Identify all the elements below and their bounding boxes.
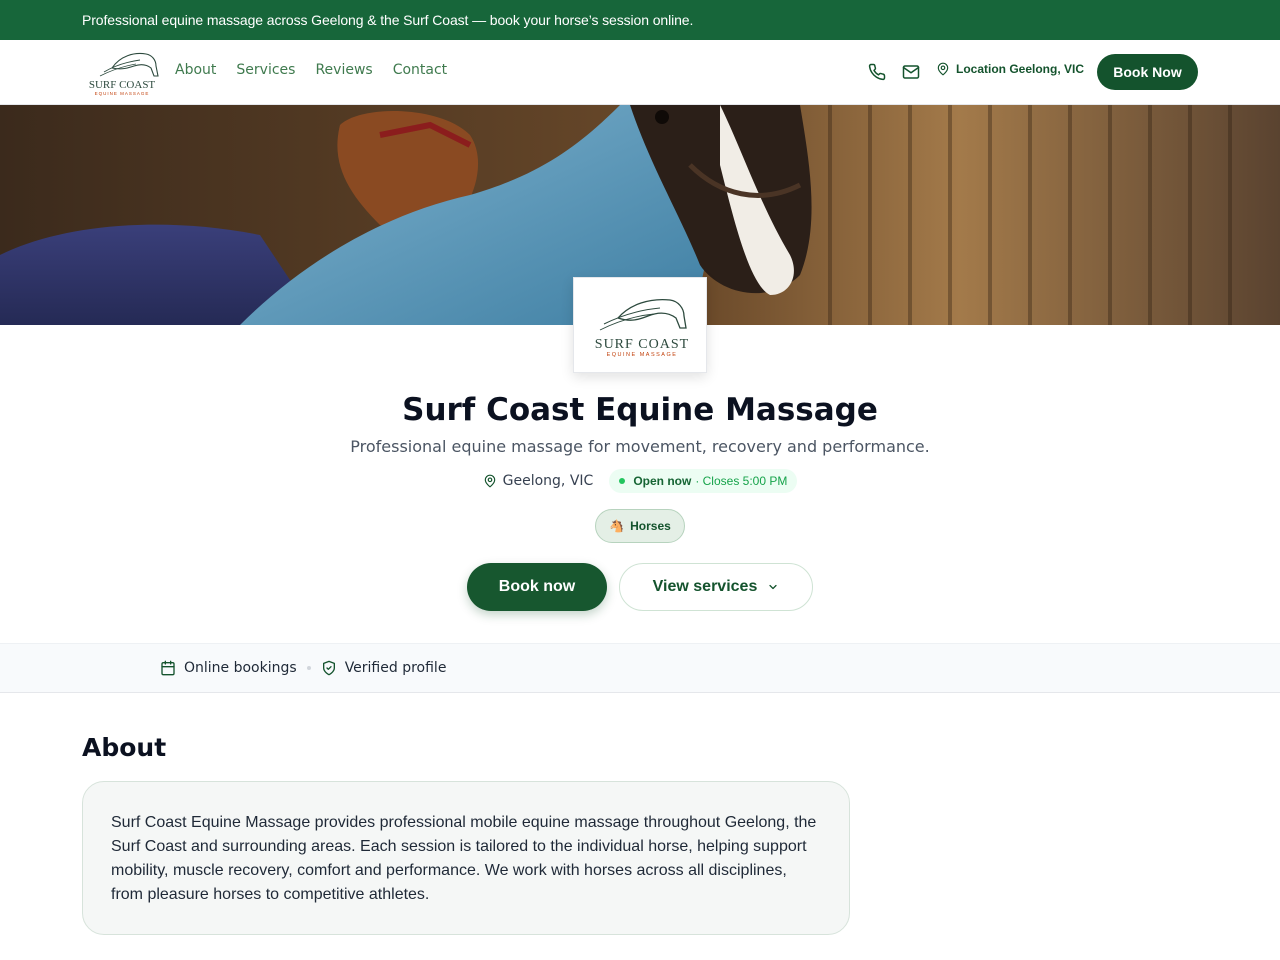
tag-horses[interactable]: 🐴 Horses xyxy=(595,509,685,543)
trust-items: Online bookings Verified profile xyxy=(160,660,446,676)
separator-dot xyxy=(306,666,311,670)
calendar-icon xyxy=(161,660,175,676)
trust-item-verified: Verified profile xyxy=(321,660,447,676)
trust-item-label: Verified profile xyxy=(344,660,447,676)
business-tagline: Professional equine massage for movement… xyxy=(350,437,930,456)
business-name: Surf Coast Equine Massage xyxy=(402,392,878,428)
business-location: Geelong, VIC xyxy=(483,473,594,489)
nav-location-label: Location Geelong, VIC xyxy=(956,62,1085,76)
nav-book-button[interactable]: Book Now xyxy=(1097,54,1198,90)
about-card: Surf Coast Equine Massage provides profe… xyxy=(82,781,850,935)
mail-icon[interactable] xyxy=(901,62,921,82)
business-location-text: Geelong, VIC xyxy=(502,473,594,489)
horse-logo-icon: SURF COAST EQUINE MASSAGE xyxy=(89,52,159,96)
nav-link-contact[interactable]: Contact xyxy=(393,62,447,78)
announcement-bar: Professional equine massage across Geelo… xyxy=(0,0,1280,40)
nav-link-about[interactable]: About xyxy=(175,62,216,78)
main-nav: SURF COAST EQUINE MASSAGE About Services… xyxy=(0,40,1280,105)
about-text: Surf Coast Equine Massage provides profe… xyxy=(111,814,817,903)
closing-time-text: · Closes 5:00 PM xyxy=(695,474,788,488)
about-heading: About xyxy=(82,733,167,762)
nav-link-reviews[interactable]: Reviews xyxy=(315,62,372,78)
profile-logo: SURF COAST EQUINE MASSAGE xyxy=(573,277,707,373)
status-dot-icon xyxy=(619,478,626,484)
nav-location[interactable]: Location Geelong, VIC xyxy=(936,62,1084,76)
nav-logo[interactable]: SURF COAST EQUINE MASSAGE xyxy=(82,46,162,98)
trust-bar: Online bookings Verified profile xyxy=(0,643,1280,693)
view-services-button[interactable]: View services xyxy=(619,563,813,611)
tag-label: Horses xyxy=(630,519,671,533)
shield-check-icon xyxy=(322,660,335,676)
view-services-label: View services xyxy=(652,578,758,595)
phone-icon[interactable] xyxy=(867,62,887,82)
map-pin-icon xyxy=(484,474,495,488)
logo-text-line2: EQUINE MASSAGE xyxy=(607,352,678,358)
nav-link-services[interactable]: Services xyxy=(236,62,295,78)
announcement-text: Professional equine massage across Geelo… xyxy=(82,12,694,28)
meta-row: Geelong, VIC Open now · Closes 5:00 PM xyxy=(0,469,1280,493)
chevron-down-icon xyxy=(769,584,777,590)
map-pin-icon xyxy=(937,62,949,76)
nav-links: About Services Reviews Contact xyxy=(175,62,447,78)
logo-text-line2: EQUINE MASSAGE xyxy=(95,91,150,96)
trust-item-label: Online bookings xyxy=(184,660,297,676)
logo-text-line1: SURF COAST xyxy=(89,79,156,91)
logo-text-line1: SURF COAST xyxy=(595,337,689,352)
trust-item-online-bookings: Online bookings xyxy=(160,660,297,676)
open-now-text: Open now xyxy=(633,474,692,488)
book-now-button[interactable]: Book now xyxy=(467,563,607,611)
horse-icon: 🐴 xyxy=(609,519,625,533)
open-status-badge: Open now · Closes 5:00 PM xyxy=(609,469,798,493)
horse-logo-icon: SURF COAST EQUINE MASSAGE xyxy=(595,298,689,358)
